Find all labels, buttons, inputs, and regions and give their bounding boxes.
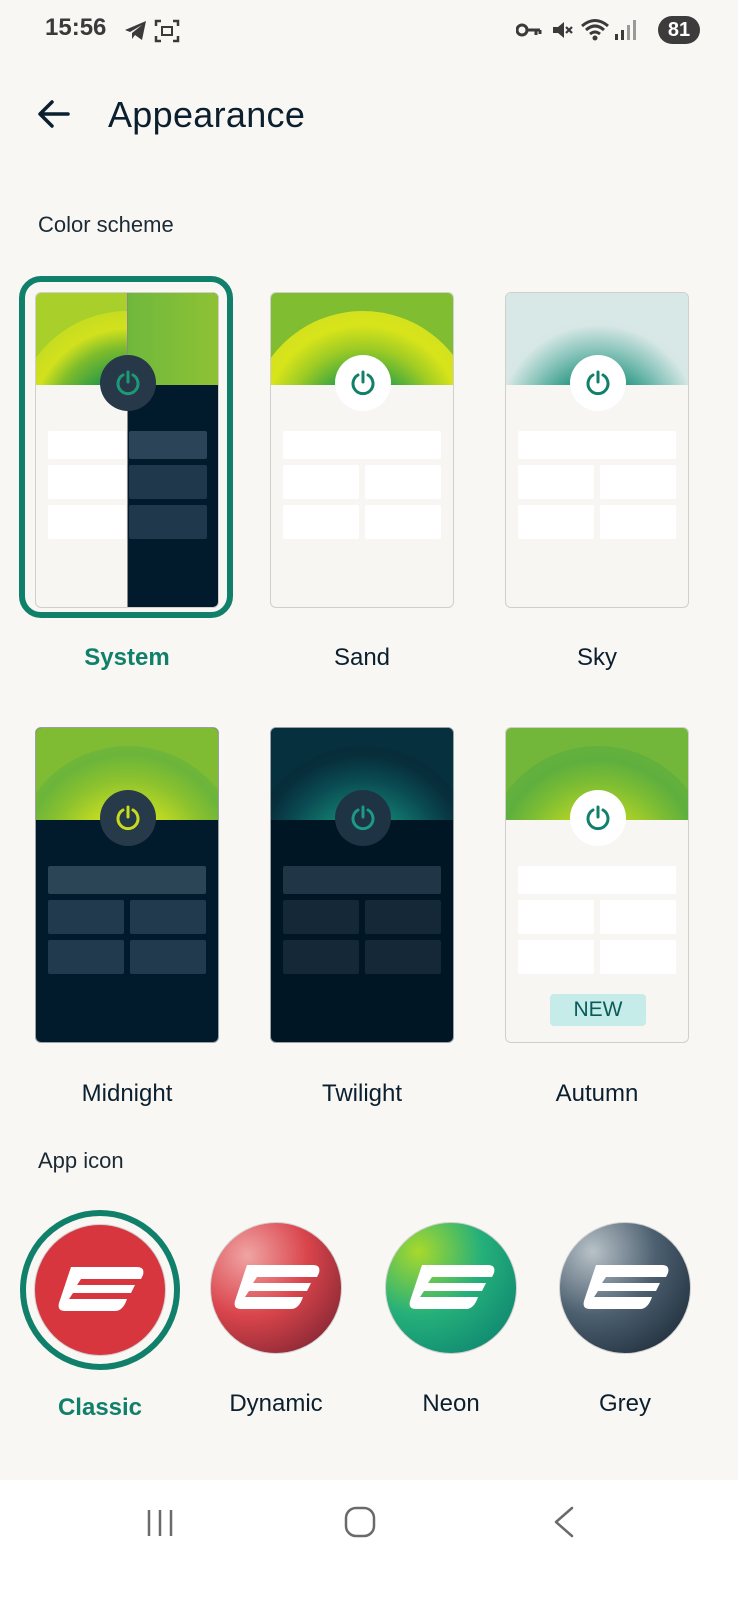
app-icon-label-neon: Neon — [422, 1390, 480, 1417]
signal-icon — [614, 18, 636, 47]
scheme-label-autumn: Autumn — [555, 1080, 639, 1107]
expressvpn-logo-icon — [234, 1265, 320, 1309]
expressvpn-logo-icon — [409, 1265, 495, 1309]
telegram-icon — [124, 20, 148, 47]
app-icon-label-classic: Classic — [57, 1394, 143, 1421]
home-icon[interactable] — [344, 1506, 376, 1543]
power-icon — [100, 790, 156, 846]
wifi-icon — [580, 17, 610, 48]
color-scheme-heading: Color scheme — [38, 212, 174, 237]
app-icon-classic[interactable] — [34, 1224, 166, 1356]
scheme-label-sand: Sand — [333, 644, 391, 671]
power-icon — [335, 790, 391, 846]
scheme-card-system[interactable] — [35, 292, 219, 608]
app-icon-heading: App icon — [38, 1148, 124, 1173]
power-icon — [100, 355, 156, 411]
vpn-key-icon — [515, 22, 542, 43]
scheme-card-twilight[interactable] — [270, 727, 454, 1043]
battery-indicator: 81 — [658, 16, 700, 44]
app-icon-dynamic[interactable] — [210, 1222, 342, 1354]
new-badge: NEW — [550, 994, 646, 1026]
scheme-label-sky: Sky — [576, 644, 617, 671]
scheme-label-twilight: Twilight — [321, 1080, 403, 1107]
status-time: 15:56 — [45, 14, 107, 41]
expressvpn-logo-icon — [58, 1267, 144, 1311]
mute-icon — [550, 18, 574, 47]
back-icon[interactable] — [552, 1506, 576, 1543]
app-icon-label-dynamic: Dynamic — [229, 1390, 323, 1417]
scheme-card-autumn[interactable]: NEW — [505, 727, 689, 1043]
app-icon-neon[interactable] — [385, 1222, 517, 1354]
power-icon — [335, 355, 391, 411]
arrow-left-icon[interactable] — [34, 94, 74, 134]
app-icon-grey[interactable] — [559, 1222, 691, 1354]
scheme-card-sand[interactable] — [270, 292, 454, 608]
screenshot-icon — [154, 19, 180, 48]
expressvpn-logo-icon — [583, 1265, 669, 1309]
scheme-label-midnight: Midnight — [81, 1080, 173, 1107]
power-icon — [570, 355, 626, 411]
scheme-label-system: System — [84, 644, 170, 671]
scheme-card-sky[interactable] — [505, 292, 689, 608]
page-title: Appearance — [108, 94, 306, 135]
power-icon — [570, 790, 626, 846]
recents-icon[interactable] — [145, 1508, 175, 1543]
scheme-card-midnight[interactable] — [35, 727, 219, 1043]
app-icon-label-grey: Grey — [598, 1390, 651, 1417]
